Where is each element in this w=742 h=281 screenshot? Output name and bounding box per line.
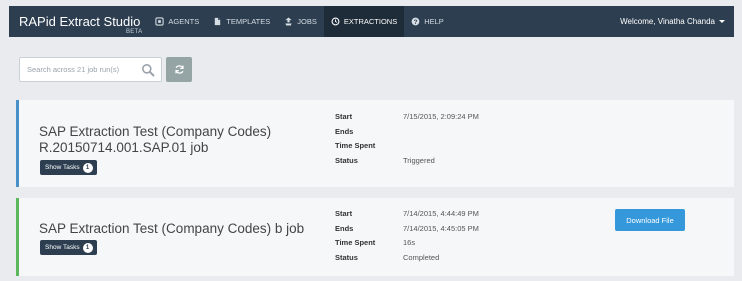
task-count-badge: 1 — [82, 242, 93, 253]
time-spent-value — [403, 139, 479, 154]
brand-beta-label: BETA — [125, 29, 143, 35]
show-tasks-label: Show Tasks — [45, 164, 80, 171]
brand-title: RAPid Extract Studio — [19, 14, 141, 29]
search-box — [19, 57, 162, 82]
nav-item-jobs[interactable]: JOBS — [277, 6, 324, 37]
status-value: Completed — [403, 252, 440, 262]
nav-item-templates-label: TEMPLATES — [226, 17, 271, 26]
job-card: SAP Extraction Test (Company Codes) R.20… — [16, 100, 734, 187]
start-label: Start — [335, 112, 353, 121]
chevron-down-icon — [719, 20, 725, 23]
nav-item-help-label: HELP — [424, 17, 444, 26]
job-title: SAP Extraction Test (Company Codes) b jo… — [39, 221, 305, 236]
templates-icon — [213, 17, 222, 26]
job-title-line2: R.20150714.001.SAP.01 job — [39, 140, 209, 155]
job-meta-labels: Start Ends Time Spent Status — [335, 110, 375, 168]
job-title-line1: SAP Extraction Test (Company Codes) — [39, 124, 272, 139]
nav-item-extractions[interactable]: EXTRACTIONS — [323, 6, 405, 37]
help-icon: ? — [411, 17, 420, 26]
top-navbar: RAPid Extract Studio BETA AGENTS TEMPLAT… — [9, 6, 734, 37]
user-welcome-label: Welcome, Vinatha Chanda — [620, 17, 715, 26]
start-value: 7/15/2015, 2:09:24 PM — [403, 112, 479, 121]
ends-value: 7/14/2015, 4:45:05 PM — [403, 223, 479, 233]
nav-item-jobs-label: JOBS — [297, 17, 317, 26]
status-value: Triggered — [403, 155, 435, 165]
ends-label: Ends — [335, 126, 354, 136]
show-tasks-button[interactable]: Show Tasks 1 — [40, 160, 97, 175]
nav-item-agents[interactable]: AGENTS — [148, 6, 206, 37]
nav-item-agents-label: AGENTS — [168, 17, 200, 26]
start-value: 7/14/2015, 4:44:49 PM — [403, 209, 479, 218]
start-label: Start — [335, 209, 353, 218]
show-tasks-button[interactable]: Show Tasks 1 — [40, 240, 97, 255]
user-menu[interactable]: Welcome, Vinatha Chanda — [611, 6, 734, 37]
time-spent-label: Time Spent — [335, 238, 376, 247]
show-tasks-label: Show Tasks — [45, 244, 80, 251]
nav-item-extractions-label: EXTRACTIONS — [343, 17, 398, 26]
search-input[interactable] — [20, 58, 140, 81]
ends-label: Ends — [335, 223, 354, 233]
download-file-button[interactable]: Download File — [615, 209, 685, 231]
agents-icon — [155, 17, 165, 26]
task-count-badge: 1 — [82, 162, 93, 173]
job-card: SAP Extraction Test (Company Codes) b jo… — [16, 198, 734, 276]
brand-logo[interactable]: RAPid Extract Studio BETA — [9, 6, 148, 37]
job-meta-labels: Start Ends Time Spent Status — [335, 207, 375, 265]
job-title: SAP Extraction Test (Company Codes) R.20… — [39, 124, 271, 156]
nav-item-templates[interactable]: TEMPLATES — [206, 6, 277, 37]
status-label: Status — [335, 155, 358, 165]
refresh-icon — [174, 65, 184, 74]
status-label: Status — [335, 252, 358, 262]
job-meta-values: 7/14/2015, 4:44:49 PM 7/14/2015, 4:45:05… — [403, 207, 479, 265]
time-spent-value: 16s — [403, 238, 416, 247]
nav-item-help[interactable]: ? HELP — [404, 6, 451, 37]
jobs-icon — [284, 17, 293, 26]
search-icon[interactable] — [141, 63, 155, 77]
refresh-button[interactable] — [166, 57, 192, 82]
job-meta-values: 7/15/2015, 2:09:24 PM Triggered — [403, 110, 479, 168]
ends-value — [403, 125, 479, 140]
svg-text:?: ? — [414, 19, 418, 26]
time-spent-label: Time Spent — [335, 141, 376, 150]
extractions-icon — [331, 17, 340, 26]
